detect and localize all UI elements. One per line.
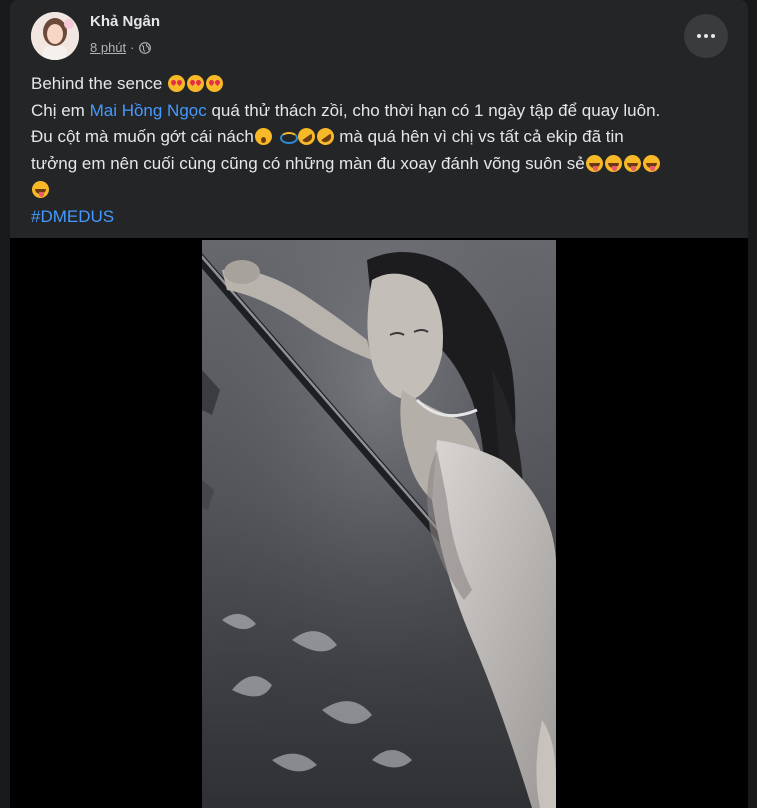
more-options-button[interactable] <box>684 14 728 58</box>
text-segment: Đu cột mà muốn gớt cái nách <box>31 127 254 146</box>
face-with-tongue-icon <box>642 154 660 172</box>
text-segment: mà quá hên vì chị vs tất cả ekip đã tin <box>334 127 624 146</box>
meta-separator: · <box>130 40 135 55</box>
globe-icon[interactable] <box>138 41 151 54</box>
post-text-line-5 <box>31 177 731 204</box>
astonished-face-icon <box>254 128 272 145</box>
mention-link[interactable]: Mai Hồng Ngọc <box>90 101 207 120</box>
face-with-tongue-icon <box>623 154 641 172</box>
smiling-face-with-hearts-icon <box>206 75 224 92</box>
post-media[interactable] <box>10 238 748 808</box>
hashtag-link[interactable]: #DMEDUS <box>31 207 114 226</box>
more-options-icon <box>697 34 701 38</box>
post-header: Khả Ngân 8 phút · <box>10 0 748 70</box>
smiling-face-with-hearts-icon <box>187 75 205 92</box>
more-options-icon-dot <box>711 34 715 38</box>
text-segment: quá thử thách zồi, cho thời hạn có 1 ngà… <box>206 100 661 120</box>
text-segment: Chị em <box>31 100 90 120</box>
post-text-line-6: #DMEDUS <box>31 204 731 231</box>
text-behind-the-scene: Behind the sence <box>31 74 163 93</box>
face-with-tongue-icon <box>32 181 49 198</box>
post-text-line-3: Đu cột mà muốn gớt cái nách mà quá hên v… <box>31 124 731 151</box>
post-card: Khả Ngân 8 phút · Behind the sence Chị e… <box>10 0 748 808</box>
smiling-face-with-hearts-icon <box>168 75 186 92</box>
face-with-tongue-icon <box>604 154 622 172</box>
post-timestamp[interactable]: 8 phút <box>90 40 126 55</box>
spinning-arrows-icon <box>279 128 298 145</box>
face-with-tongue-icon <box>585 154 603 172</box>
post-text-line-1: Behind the sence <box>31 71 731 98</box>
post-text-line-2: Chị em Mai Hồng Ngọc quá thử thách zồi, … <box>31 98 731 125</box>
rolling-on-floor-laughing-icon <box>294 124 318 149</box>
rolling-on-floor-laughing-icon <box>313 124 337 149</box>
post-text: Behind the sence Chị em Mai Hồng Ngọc qu… <box>31 71 731 230</box>
author-name[interactable]: Khả Ngân <box>90 13 160 30</box>
post-meta: 8 phút · <box>90 40 151 55</box>
video-frame[interactable] <box>202 240 556 808</box>
text-segment: tưởng em nên cuối cùng cũng có những màn… <box>31 153 585 173</box>
more-options-icon-dot <box>704 34 708 38</box>
author-avatar[interactable] <box>31 12 79 60</box>
post-text-line-4: tưởng em nên cuối cùng cũng có những màn… <box>31 151 731 178</box>
